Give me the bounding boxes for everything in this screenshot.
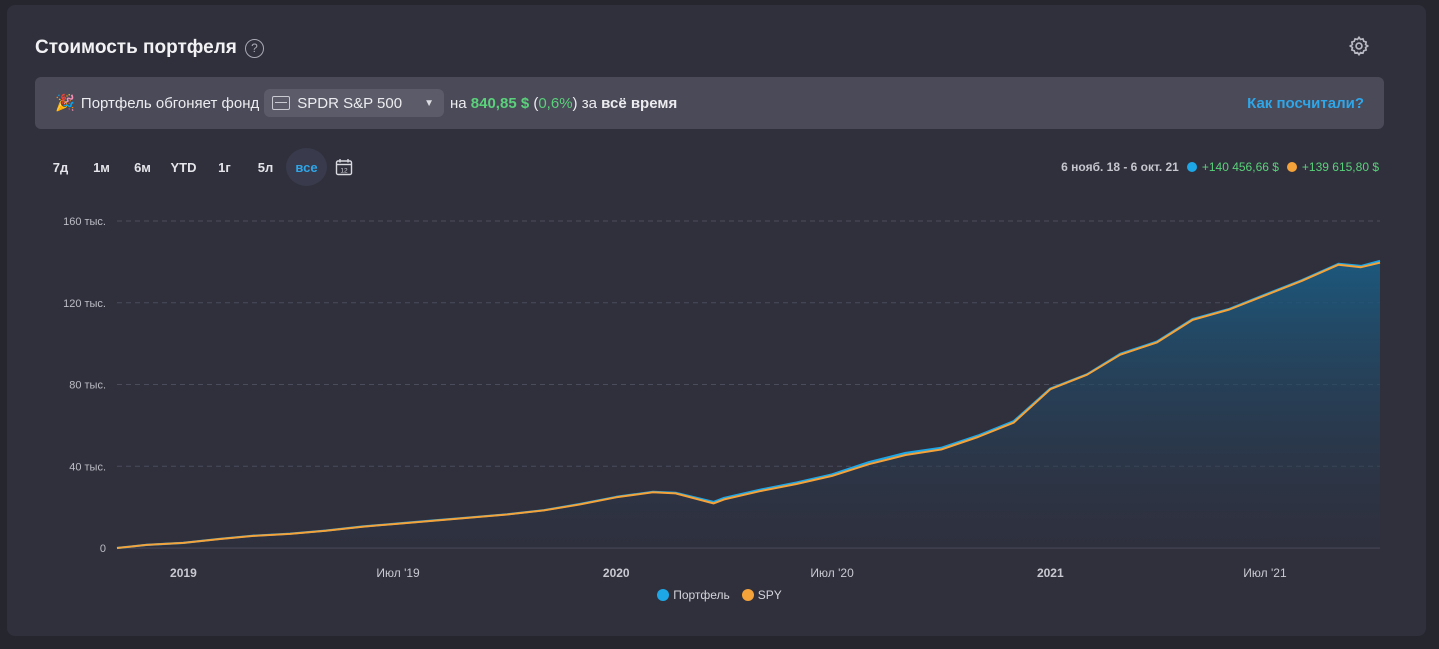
y-tick-label: 120 тыс. (63, 298, 106, 310)
x-tick-label: 2021 (1037, 566, 1064, 580)
legend-spy-label: SPY (757, 588, 782, 602)
y-tick-label: 0 (100, 543, 106, 555)
legend-portfolio-label: Портфель (673, 588, 730, 602)
legend-spy-dot (741, 589, 754, 601)
x-tick-label: Июл '20 (810, 566, 854, 580)
legend-portfolio-dot (657, 589, 670, 601)
y-tick-label: 160 тыс. (63, 216, 106, 228)
legend-spy[interactable]: SPY (741, 588, 782, 602)
y-tick-label: 40 тыс. (69, 461, 106, 473)
x-tick-label: 2020 (603, 566, 630, 580)
legend-portfolio[interactable]: Портфель (657, 588, 730, 602)
chart-legend: Портфель SPY (0, 588, 1439, 602)
y-tick-label: 80 тыс. (69, 380, 106, 392)
x-tick-label: 2019 (170, 566, 197, 580)
portfolio-chart[interactable]: 0 40 тыс. 80 тыс. 120 тыс. 160 тыс. 2019 Июл … (0, 0, 1439, 649)
x-tick-label: Июл '19 (376, 566, 420, 580)
x-tick-label: Июл '21 (1243, 566, 1287, 580)
portfolio-area (117, 260, 1380, 548)
